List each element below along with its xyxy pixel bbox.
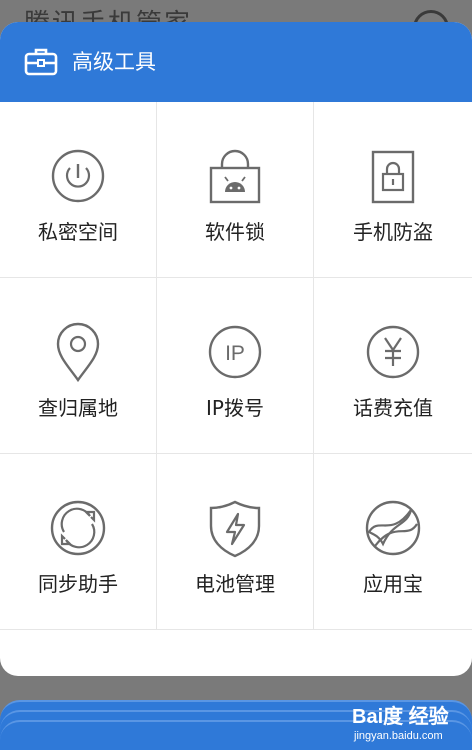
android-lock-icon [209, 149, 261, 204]
ip-icon: IP [208, 325, 262, 379]
sync-icon [50, 500, 106, 556]
dialog-title: 高级工具 [72, 50, 156, 74]
tool-label: 查归属地 [38, 396, 118, 420]
tool-sync-assistant[interactable]: 同步助手 [0, 454, 157, 630]
tool-label: 手机防盗 [353, 220, 433, 244]
tool-app-lock[interactable]: 软件锁 [157, 102, 314, 278]
yuan-icon [366, 325, 420, 379]
svg-text:IP: IP [225, 342, 245, 365]
tool-label: 软件锁 [205, 220, 265, 244]
tool-label: 电池管理 [195, 572, 275, 596]
dialog-header: 高级工具 [0, 22, 472, 102]
location-pin-icon [56, 322, 100, 383]
battery-shield-icon [209, 500, 261, 558]
dial-icon [51, 149, 105, 203]
tool-label: 同步助手 [38, 572, 118, 596]
toolbox-icon [24, 48, 58, 76]
tool-label: 话费充值 [353, 396, 433, 420]
tool-label: 私密空间 [38, 220, 118, 244]
tool-battery-manager[interactable]: 电池管理 [157, 454, 314, 630]
tool-recharge[interactable]: 话费充值 [314, 278, 472, 454]
tool-private-space[interactable]: 私密空间 [0, 102, 157, 278]
watermark: Bai度 经验 jingyan.baidu.com [352, 700, 467, 746]
tools-grid: 私密空间 软件锁 手机防盗 查归属地 IP IP拨号 话费充值 同步助手 电池管… [0, 102, 472, 632]
phone-lock-icon [371, 150, 415, 204]
tool-ip-dial[interactable]: IP IP拨号 [157, 278, 314, 454]
watermark-logo: Bai度 经验 [352, 706, 449, 728]
watermark-url: jingyan.baidu.com [354, 730, 443, 742]
tool-label: IP拨号 [206, 396, 264, 420]
tool-anti-theft[interactable]: 手机防盗 [314, 102, 472, 278]
tool-location-lookup[interactable]: 查归属地 [0, 278, 157, 454]
tool-app-store[interactable]: 应用宝 [314, 454, 472, 630]
app-store-icon [365, 500, 421, 556]
advanced-tools-dialog: 高级工具 私密空间 软件锁 手机防盗 查归属地 IP IP拨号 话费充值 同步助… [0, 22, 472, 676]
tool-label: 应用宝 [363, 572, 423, 596]
